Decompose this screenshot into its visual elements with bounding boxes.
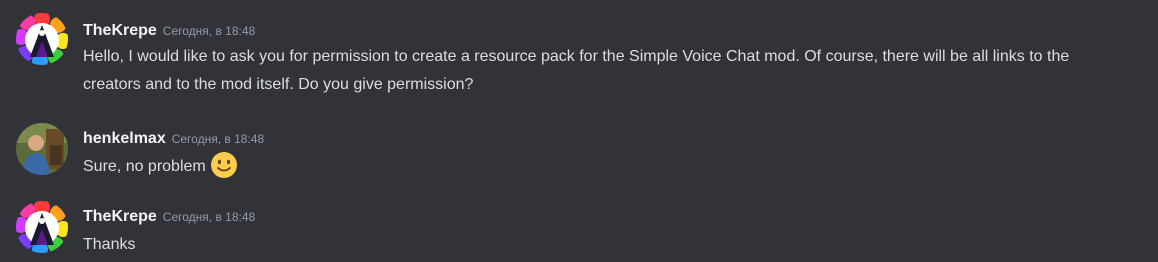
chat-message: henkelmax Сегодня, в 18:48 Sure, no probl… [0, 118, 1158, 190]
message-content: Sure, no problem [83, 151, 1118, 189]
message-header: henkelmax Сегодня, в 18:48 [83, 130, 264, 148]
timestamp[interactable]: Сегодня, в 18:48 [172, 132, 264, 146]
message-content: Hello, I would like to ask you for permi… [83, 48, 1070, 93]
username[interactable]: TheKrepe [83, 208, 157, 225]
rainbow-flower-avatar-icon [16, 201, 68, 253]
username[interactable]: henkelmax [83, 130, 166, 147]
username[interactable]: TheKrepe [83, 22, 157, 39]
rainbow-flower-avatar-icon [16, 13, 68, 65]
chat-message: TheKrepe Сегодня, в 18:48 Hello, I would … [0, 0, 1158, 110]
message-header: TheKrepe Сегодня, в 18:48 [83, 208, 255, 226]
photo-avatar-icon [16, 123, 68, 175]
message-header: TheKrepe Сегодня, в 18:48 [83, 22, 255, 40]
chat-message: TheKrepe Сегодня, в 18:48 Thanks [0, 196, 1158, 262]
avatar[interactable] [16, 201, 68, 253]
message-content: Thanks [83, 236, 136, 253]
chat-message-list: TheKrepe Сегодня, в 18:48 Hello, I would … [0, 0, 1158, 262]
message-text: Sure, no problem [83, 158, 206, 175]
slightly-smiling-face-icon[interactable] [210, 151, 238, 189]
avatar[interactable] [16, 123, 68, 175]
timestamp[interactable]: Сегодня, в 18:48 [163, 24, 255, 38]
timestamp[interactable]: Сегодня, в 18:48 [163, 210, 255, 224]
avatar[interactable] [16, 13, 68, 65]
